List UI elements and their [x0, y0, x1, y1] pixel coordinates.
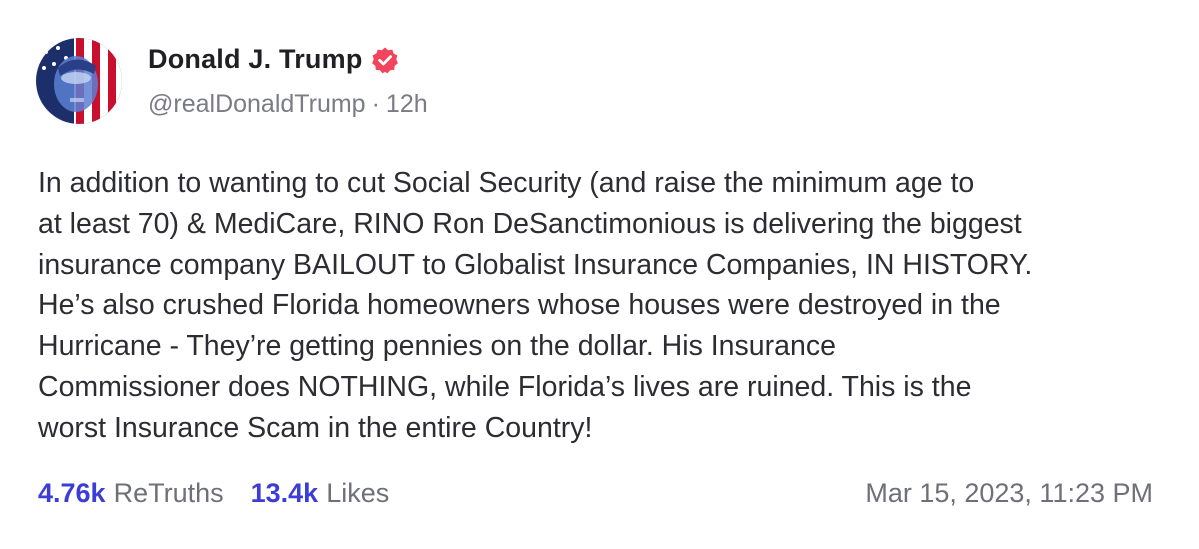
likes-label: Likes: [326, 478, 390, 508]
author-handle[interactable]: @realDonaldTrump: [148, 90, 366, 118]
likes-stat[interactable]: 13.4k Likes: [251, 478, 390, 509]
post-timestamp[interactable]: Mar 15, 2023, 11:23 PM: [865, 478, 1153, 509]
truth-post: Donald J. Trump @realDonaldTrump · 12h In …: [0, 0, 1199, 549]
author-meta: @realDonaldTrump · 12h: [148, 90, 428, 119]
retruths-count: 4.76k: [38, 478, 106, 508]
author-name-row[interactable]: Donald J. Trump: [148, 44, 399, 75]
retruths-stat[interactable]: 4.76k ReTruths: [38, 478, 224, 509]
likes-count: 13.4k: [250, 478, 319, 508]
post-stats: 4.76k ReTruths 13.4k Likes: [38, 478, 416, 509]
retruths-label: ReTruths: [113, 478, 224, 508]
avatar[interactable]: [36, 38, 122, 124]
post-text: In addition to wanting to cut Social Sec…: [38, 167, 1033, 444]
post-relative-time[interactable]: 12h: [386, 90, 428, 118]
meta-separator: ·: [371, 90, 380, 118]
verified-badge-icon: [371, 46, 399, 74]
author-display-name[interactable]: Donald J. Trump: [148, 44, 363, 75]
flag-portrait-avatar-icon: [36, 38, 122, 124]
